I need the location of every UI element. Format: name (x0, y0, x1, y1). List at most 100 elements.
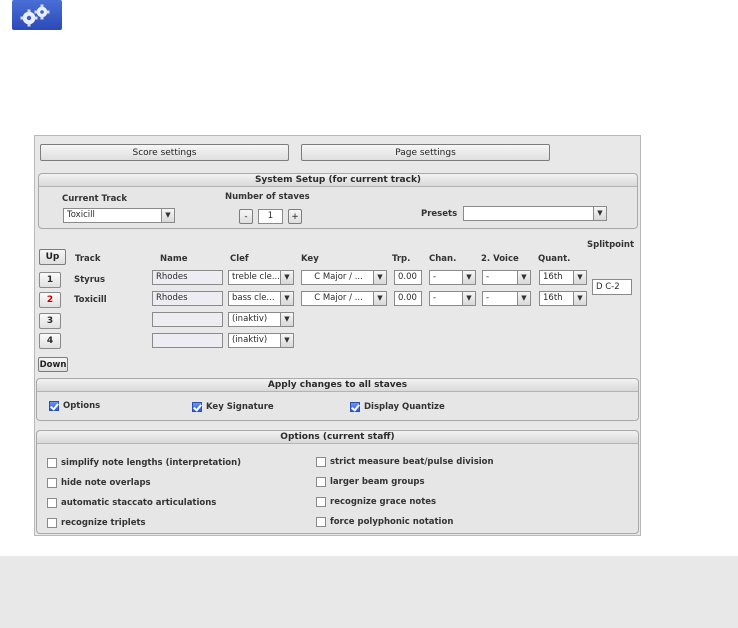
system-setup-panel: System Setup (for current track) Current… (38, 173, 638, 229)
option-label: force polyphonic notation (330, 517, 454, 527)
col-header-chan: Chan. (429, 254, 457, 264)
col-header-key: Key (301, 254, 319, 264)
option-checkbox[interactable] (47, 478, 57, 488)
transpose-field[interactable]: 0.00 (394, 291, 422, 306)
chevron-down-icon: ▼ (593, 207, 606, 220)
option-label: recognize grace notes (330, 497, 437, 507)
chevron-down-icon: ▼ (517, 271, 530, 284)
chevron-down-icon: ▼ (373, 292, 386, 305)
channel-value: - (433, 293, 437, 303)
voice2-select[interactable]: - ▼ (482, 270, 531, 285)
current-track-label: Current Track (62, 194, 127, 204)
chevron-down-icon: ▼ (462, 271, 475, 284)
option-label: automatic staccato articulations (61, 498, 217, 508)
key-select[interactable]: C Major / ... ▼ (301, 291, 387, 306)
gears-icon[interactable] (12, 0, 62, 30)
voice2-value: - (486, 293, 490, 303)
tab-page-settings[interactable]: Page settings (301, 144, 550, 161)
transpose-field[interactable]: 0.00 (394, 270, 422, 285)
option-checkbox[interactable] (47, 458, 57, 468)
system-setup-title: System Setup (for current track) (39, 174, 637, 187)
clef-select[interactable]: (inaktiv) ▼ (228, 333, 294, 348)
apply-options-label: Options (63, 401, 101, 411)
channel-select[interactable]: - ▼ (429, 291, 476, 306)
splitpoint-label: Splitpoint (587, 240, 635, 250)
stave-count-field[interactable]: 1 (258, 209, 283, 224)
chevron-down-icon: ▼ (161, 209, 174, 222)
track-number-button[interactable]: 3 (39, 313, 61, 329)
option-label: recognize triplets (61, 518, 146, 528)
col-header-name: Name (160, 254, 188, 264)
stave-name-field[interactable]: Rhodes (152, 270, 223, 285)
chevron-down-icon: ▼ (280, 271, 293, 284)
chevron-down-icon: ▼ (517, 292, 530, 305)
track-number-button[interactable]: 4 (39, 333, 61, 349)
move-up-button[interactable]: Up (39, 249, 66, 265)
option-checkbox[interactable] (316, 477, 326, 487)
clef-value: bass cle... (232, 293, 275, 303)
clef-value: (inaktiv) (232, 335, 268, 345)
track-number-button[interactable]: 1 (39, 272, 61, 288)
key-value: C Major / ... (314, 272, 363, 282)
key-value: C Major / ... (314, 293, 363, 303)
stave-count-label: Number of staves (225, 192, 310, 202)
option-label: simplify note lengths (interpretation) (61, 458, 242, 468)
option-label: larger beam groups (330, 477, 425, 487)
option-checkbox[interactable] (47, 498, 57, 508)
current-track-value: Toxicill (67, 210, 95, 220)
track-name-label: Styrus (74, 275, 106, 285)
score-settings-dialog: Score settings Page settings System Setu… (34, 135, 641, 536)
clef-value: treble cle... (232, 272, 280, 282)
channel-value: - (433, 272, 437, 282)
option-checkbox[interactable] (316, 497, 326, 507)
voice2-select[interactable]: - ▼ (482, 291, 531, 306)
chevron-down-icon: ▼ (373, 271, 386, 284)
col-header-voice2: 2. Voice (481, 254, 519, 264)
stave-decrement-button[interactable]: - (239, 209, 253, 224)
stave-name-field[interactable] (152, 312, 223, 327)
chevron-down-icon: ▼ (280, 334, 293, 347)
quantize-value: 16th (543, 272, 563, 282)
apply-display-quantize-checkbox[interactable] (350, 402, 360, 412)
key-select[interactable]: C Major / ... ▼ (301, 270, 387, 285)
option-checkbox[interactable] (316, 517, 326, 527)
chevron-down-icon: ▼ (280, 313, 293, 326)
stave-increment-button[interactable]: + (288, 209, 302, 224)
quantize-select[interactable]: 16th ▼ (539, 291, 587, 306)
apply-display-quantize-label: Display Quantize (364, 402, 445, 412)
col-header-quant: Quant. (538, 254, 571, 264)
option-label: strict measure beat/pulse division (330, 457, 494, 467)
apply-options-checkbox[interactable] (49, 401, 59, 411)
stave-name-field[interactable] (152, 333, 223, 348)
clef-select[interactable]: (inaktiv) ▼ (228, 312, 294, 327)
clef-select[interactable]: treble cle... ▼ (228, 270, 294, 285)
clef-select[interactable]: bass cle... ▼ (228, 291, 294, 306)
clef-value: (inaktiv) (232, 314, 268, 324)
apply-key-signature-label: Key Signature (206, 402, 274, 412)
current-track-select[interactable]: Toxicill ▼ (63, 208, 175, 223)
col-header-track: Track (75, 254, 101, 264)
option-checkbox[interactable] (47, 518, 57, 528)
options-panel: Options (current staff) simplify note le… (36, 430, 639, 534)
voice2-value: - (486, 272, 490, 282)
apply-all-panel: Apply changes to all staves Options Key … (36, 378, 639, 421)
chevron-down-icon: ▼ (573, 292, 586, 305)
apply-all-title: Apply changes to all staves (37, 379, 638, 392)
col-header-trp: Trp. (392, 254, 411, 264)
track-name-label: Toxicill (74, 295, 107, 305)
channel-select[interactable]: - ▼ (429, 270, 476, 285)
chevron-down-icon: ▼ (462, 292, 475, 305)
chevron-down-icon: ▼ (280, 292, 293, 305)
move-down-button[interactable]: Down (38, 357, 68, 372)
apply-key-signature-checkbox[interactable] (192, 402, 202, 412)
quantize-select[interactable]: 16th ▼ (539, 270, 587, 285)
track-number-button[interactable]: 2 (39, 292, 61, 308)
presets-select[interactable]: ▼ (463, 206, 607, 221)
options-title: Options (current staff) (37, 431, 638, 444)
col-header-clef: Clef (230, 254, 249, 264)
quantize-value: 16th (543, 293, 563, 303)
tab-score-settings[interactable]: Score settings (40, 144, 289, 161)
splitpoint-field[interactable]: D C-2 (592, 279, 632, 295)
option-checkbox[interactable] (316, 457, 326, 467)
stave-name-field[interactable]: Rhodes (152, 291, 223, 306)
